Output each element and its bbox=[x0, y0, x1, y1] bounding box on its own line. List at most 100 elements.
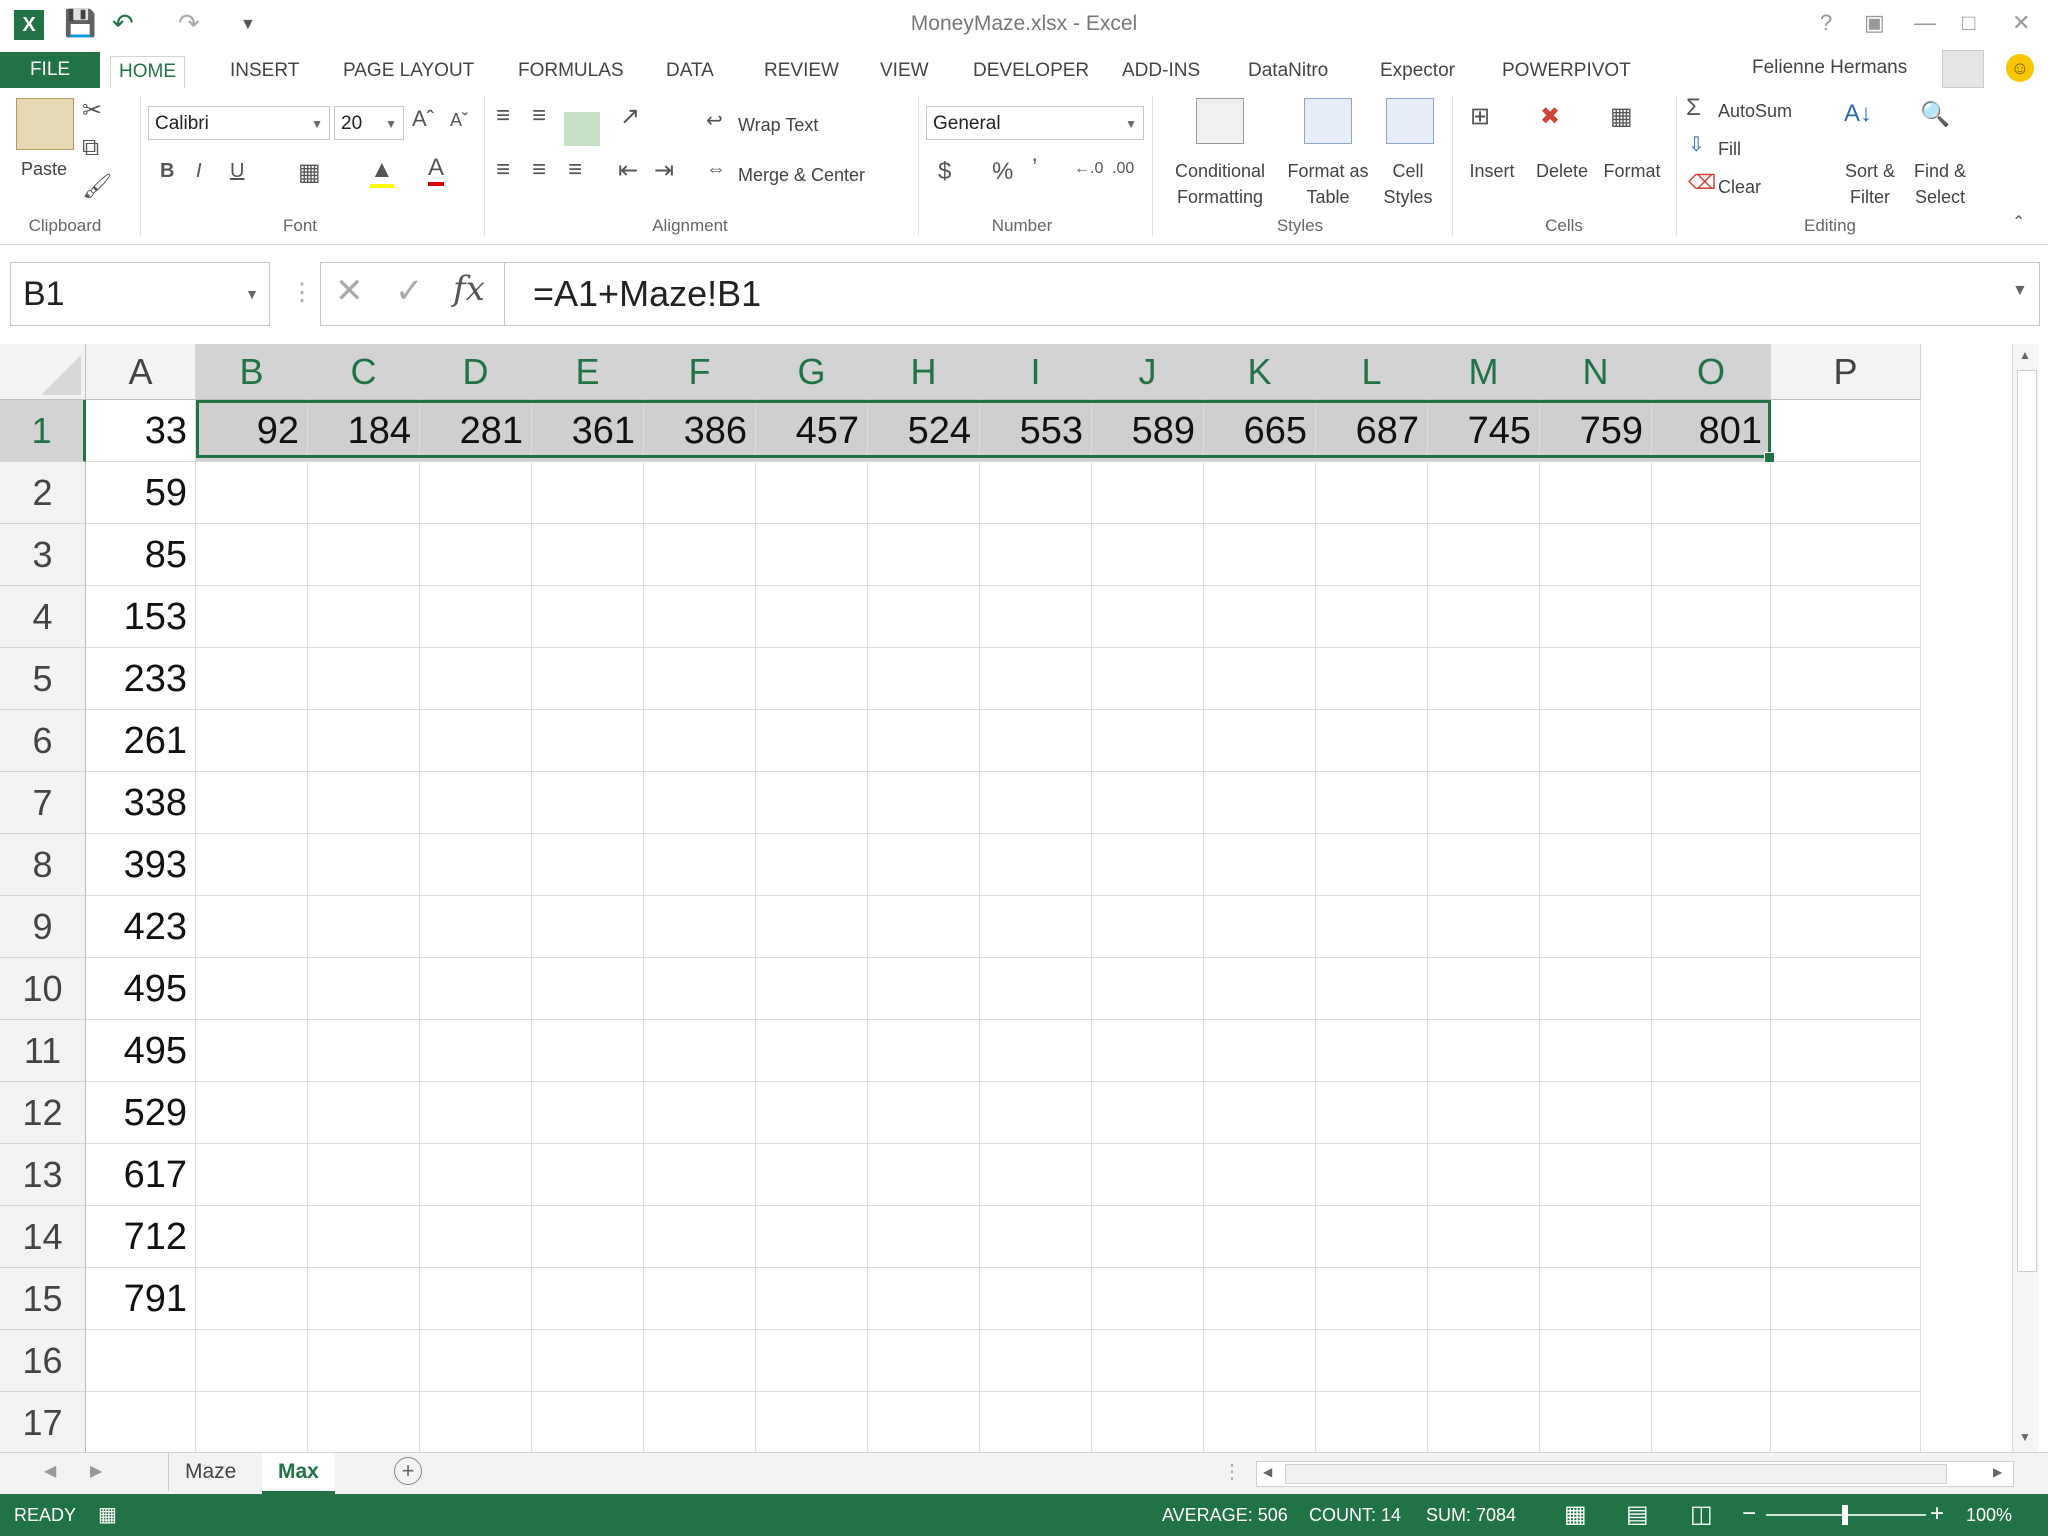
row-header-6[interactable]: 6 bbox=[0, 710, 86, 772]
cell-f3[interactable] bbox=[644, 524, 756, 586]
ribbon-display-icon[interactable]: ▣ bbox=[1864, 10, 1885, 36]
cell-p1[interactable] bbox=[1771, 400, 1921, 462]
cell-m7[interactable] bbox=[1428, 772, 1540, 834]
cell-j9[interactable] bbox=[1092, 896, 1204, 958]
increase-font-icon[interactable]: Aˆ bbox=[412, 106, 434, 132]
cell-e12[interactable] bbox=[532, 1082, 644, 1144]
row-header-17[interactable]: 17 bbox=[0, 1392, 86, 1452]
find-select-icon[interactable]: 🔍 bbox=[1920, 100, 1950, 129]
cell-g5[interactable] bbox=[756, 648, 868, 710]
cell-a16[interactable] bbox=[86, 1330, 196, 1392]
page-break-view-icon[interactable]: ◫ bbox=[1690, 1500, 1713, 1529]
cell-b12[interactable] bbox=[196, 1082, 308, 1144]
cell-l8[interactable] bbox=[1316, 834, 1428, 896]
cell-k3[interactable] bbox=[1204, 524, 1316, 586]
cell-m1[interactable]: 745 bbox=[1428, 400, 1540, 462]
cell-b3[interactable] bbox=[196, 524, 308, 586]
cell-l6[interactable] bbox=[1316, 710, 1428, 772]
cell-i14[interactable] bbox=[980, 1206, 1092, 1268]
tab-review[interactable]: REVIEW bbox=[756, 56, 847, 88]
cell-k1[interactable]: 665 bbox=[1204, 400, 1316, 462]
cell-n17[interactable] bbox=[1540, 1392, 1652, 1452]
cell-c3[interactable] bbox=[308, 524, 420, 586]
cell-l14[interactable] bbox=[1316, 1206, 1428, 1268]
cell-c5[interactable] bbox=[308, 648, 420, 710]
cell-e6[interactable] bbox=[532, 710, 644, 772]
cell-g8[interactable] bbox=[756, 834, 868, 896]
cell-g4[interactable] bbox=[756, 586, 868, 648]
copy-icon[interactable]: ⧉ bbox=[82, 134, 99, 162]
tab-powerpivot[interactable]: POWERPIVOT bbox=[1494, 56, 1639, 88]
cell-m2[interactable] bbox=[1428, 462, 1540, 524]
zoom-slider-thumb[interactable] bbox=[1842, 1505, 1848, 1525]
cell-h7[interactable] bbox=[868, 772, 980, 834]
row-header-1[interactable]: 1 bbox=[0, 400, 86, 462]
cell-c14[interactable] bbox=[308, 1206, 420, 1268]
conditional-formatting-icon[interactable] bbox=[1196, 98, 1244, 144]
insert-cells-icon[interactable]: ⊞ bbox=[1470, 102, 1490, 131]
cell-b17[interactable] bbox=[196, 1392, 308, 1452]
cell-i16[interactable] bbox=[980, 1330, 1092, 1392]
cell-o8[interactable] bbox=[1652, 834, 1771, 896]
cell-a13[interactable]: 617 bbox=[86, 1144, 196, 1206]
column-header-l[interactable]: L bbox=[1316, 344, 1428, 400]
cell-j14[interactable] bbox=[1092, 1206, 1204, 1268]
orientation-icon[interactable]: ↗ bbox=[620, 102, 640, 131]
cell-h16[interactable] bbox=[868, 1330, 980, 1392]
cell-c15[interactable] bbox=[308, 1268, 420, 1330]
cell-f4[interactable] bbox=[644, 586, 756, 648]
cell-n10[interactable] bbox=[1540, 958, 1652, 1020]
cell-k17[interactable] bbox=[1204, 1392, 1316, 1452]
cell-o5[interactable] bbox=[1652, 648, 1771, 710]
cell-i4[interactable] bbox=[980, 586, 1092, 648]
cell-n11[interactable] bbox=[1540, 1020, 1652, 1082]
cell-g7[interactable] bbox=[756, 772, 868, 834]
wrap-text-button[interactable]: Wrap Text bbox=[738, 112, 818, 138]
cell-b8[interactable] bbox=[196, 834, 308, 896]
cell-n9[interactable] bbox=[1540, 896, 1652, 958]
cell-k10[interactable] bbox=[1204, 958, 1316, 1020]
insert-function-icon[interactable]: fx bbox=[453, 269, 485, 309]
cell-b6[interactable] bbox=[196, 710, 308, 772]
cell-e9[interactable] bbox=[532, 896, 644, 958]
cell-j12[interactable] bbox=[1092, 1082, 1204, 1144]
cell-g17[interactable] bbox=[756, 1392, 868, 1452]
column-header-k[interactable]: K bbox=[1204, 344, 1316, 400]
cell-p7[interactable] bbox=[1771, 772, 1921, 834]
cell-f11[interactable] bbox=[644, 1020, 756, 1082]
cell-l1[interactable]: 687 bbox=[1316, 400, 1428, 462]
cell-m8[interactable] bbox=[1428, 834, 1540, 896]
tab-home[interactable]: HOME bbox=[110, 56, 185, 90]
format-painter-icon[interactable]: 🖌 bbox=[82, 172, 112, 201]
cell-p17[interactable] bbox=[1771, 1392, 1921, 1452]
cell-o2[interactable] bbox=[1652, 462, 1771, 524]
zoom-slider[interactable] bbox=[1766, 1505, 1926, 1525]
column-header-p[interactable]: P bbox=[1771, 344, 1921, 400]
cell-c12[interactable] bbox=[308, 1082, 420, 1144]
cell-p6[interactable] bbox=[1771, 710, 1921, 772]
cell-l11[interactable] bbox=[1316, 1020, 1428, 1082]
cell-f13[interactable] bbox=[644, 1144, 756, 1206]
cell-o14[interactable] bbox=[1652, 1206, 1771, 1268]
cell-a7[interactable]: 338 bbox=[86, 772, 196, 834]
prev-sheet-icon[interactable]: ◀ bbox=[44, 1461, 56, 1481]
row-header-10[interactable]: 10 bbox=[0, 958, 86, 1020]
comma-icon[interactable]: ’ bbox=[1032, 154, 1037, 182]
cell-l2[interactable] bbox=[1316, 462, 1428, 524]
cell-h9[interactable] bbox=[868, 896, 980, 958]
row-header-9[interactable]: 9 bbox=[0, 896, 86, 958]
cell-m4[interactable] bbox=[1428, 586, 1540, 648]
cell-a2[interactable]: 59 bbox=[86, 462, 196, 524]
cell-e13[interactable] bbox=[532, 1144, 644, 1206]
cell-d7[interactable] bbox=[420, 772, 532, 834]
cell-j1[interactable]: 589 bbox=[1092, 400, 1204, 462]
maximize-icon[interactable]: □ bbox=[1962, 10, 1975, 36]
cancel-icon[interactable]: ✕ bbox=[335, 271, 364, 311]
cell-f14[interactable] bbox=[644, 1206, 756, 1268]
cell-h4[interactable] bbox=[868, 586, 980, 648]
cell-o15[interactable] bbox=[1652, 1268, 1771, 1330]
collapse-ribbon-icon[interactable]: ⌃ bbox=[2012, 212, 2025, 232]
cell-g14[interactable] bbox=[756, 1206, 868, 1268]
cell-b11[interactable] bbox=[196, 1020, 308, 1082]
cell-l12[interactable] bbox=[1316, 1082, 1428, 1144]
